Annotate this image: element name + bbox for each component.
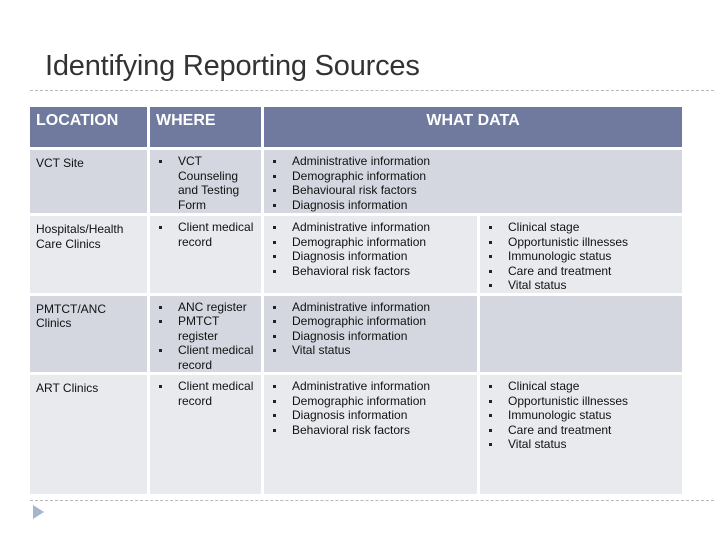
list-item: ANC register	[154, 300, 257, 315]
list-item: Diagnosis information	[268, 249, 473, 264]
where-cell: Client medical record	[150, 216, 261, 293]
table-row: Hospitals/Health Care Clinics Client med…	[30, 216, 682, 293]
what-data-cell: Administrative information Demographic in…	[264, 216, 477, 293]
list-item: Opportunistic illnesses	[484, 394, 678, 409]
list-item: Vital status	[484, 437, 678, 452]
where-list: ANC register PMTCT register Client medical…	[154, 300, 257, 373]
table-row: PMTCT/ANC Clinics ANC register PMTCT regi…	[30, 295, 682, 373]
list-item: Vital status	[484, 278, 678, 293]
what-data-list: Administrative information Demographic in…	[268, 220, 473, 278]
clinical-data-list: Clinical stage Opportunistic illnesses Imm…	[484, 379, 678, 452]
list-item: Diagnosis information	[268, 329, 473, 344]
what-data-cell: Administrative information Demographic in…	[264, 295, 477, 372]
table-row: VCT Site VCT Counseling and Testing Form…	[30, 150, 682, 213]
where-cell: ANC register PMTCT register Client medical…	[150, 295, 261, 373]
list-item: Immunologic status	[484, 408, 678, 423]
where-cell: Client medical record	[150, 375, 261, 494]
header-location: LOCATION	[30, 107, 147, 147]
list-item: Care and treatment	[484, 423, 678, 438]
clinical-data-cell: Clinical stage Opportunistic illnesses Imm…	[480, 375, 682, 494]
list-item: Clinical stage	[484, 379, 678, 394]
footer-divider	[30, 500, 714, 501]
header-where: WHERE	[150, 107, 261, 147]
what-data-list: Administrative information Demographic in…	[268, 154, 678, 212]
list-item: PMTCT register	[154, 314, 257, 343]
location-cell: VCT Site	[30, 150, 147, 213]
what-data-cell: Administrative information Demographic in…	[264, 375, 477, 494]
list-item: VCT Counseling and Testing Form	[154, 154, 257, 212]
list-item: Vital status	[268, 343, 473, 358]
list-item: Client medical record	[154, 379, 257, 408]
list-item: Immunologic status	[484, 249, 678, 264]
list-item: Demographic information	[268, 235, 473, 250]
list-item: Diagnosis information	[268, 408, 473, 423]
list-item: Demographic information	[268, 314, 473, 329]
list-item: Client medical record	[154, 343, 257, 372]
clinical-data-cell	[480, 295, 682, 372]
list-item: Client medical record	[154, 220, 257, 249]
list-item: Clinical stage	[484, 220, 678, 235]
what-data-list: Administrative information Demographic in…	[268, 300, 473, 358]
table-row: ART Clinics Client medical record Admini…	[30, 375, 682, 494]
slide-title: Identifying Reporting Sources	[45, 50, 420, 82]
list-item: Administrative information	[268, 300, 473, 315]
where-cell: VCT Counseling and Testing Form	[150, 150, 261, 213]
list-item: Behavioral risk factors	[268, 423, 473, 438]
list-item: Demographic information	[268, 394, 473, 409]
next-slide-arrow-icon[interactable]	[33, 505, 44, 519]
where-list: VCT Counseling and Testing Form	[154, 154, 257, 212]
list-item: Administrative information	[268, 379, 473, 394]
location-cell: PMTCT/ANC Clinics	[30, 295, 147, 372]
location-cell: Hospitals/Health Care Clinics	[30, 216, 147, 293]
where-list: Client medical record	[154, 379, 257, 408]
what-data-list: Administrative information Demographic in…	[268, 379, 473, 437]
reporting-sources-table: LOCATION WHERE WHAT DATA VCT Site VCT Co…	[27, 104, 685, 497]
list-item: Diagnosis information	[268, 198, 678, 213]
list-item: Behavioural risk factors	[268, 183, 678, 198]
list-item: Opportunistic illnesses	[484, 235, 678, 250]
list-item: Behavioral risk factors	[268, 264, 473, 279]
list-item: Care and treatment	[484, 264, 678, 279]
title-divider	[30, 90, 714, 91]
clinical-data-list: Clinical stage Opportunistic illnesses Imm…	[484, 220, 678, 293]
clinical-data-cell: Clinical stage Opportunistic illnesses Imm…	[480, 216, 682, 293]
header-row: LOCATION WHERE WHAT DATA	[30, 107, 682, 147]
list-item: Administrative information	[268, 154, 678, 169]
header-what-data: WHAT DATA	[264, 107, 682, 147]
list-item: Demographic information	[268, 169, 678, 184]
where-list: Client medical record	[154, 220, 257, 249]
list-item: Administrative information	[268, 220, 473, 235]
what-data-cell: Administrative information Demographic in…	[264, 150, 682, 213]
location-cell: ART Clinics	[30, 375, 147, 494]
